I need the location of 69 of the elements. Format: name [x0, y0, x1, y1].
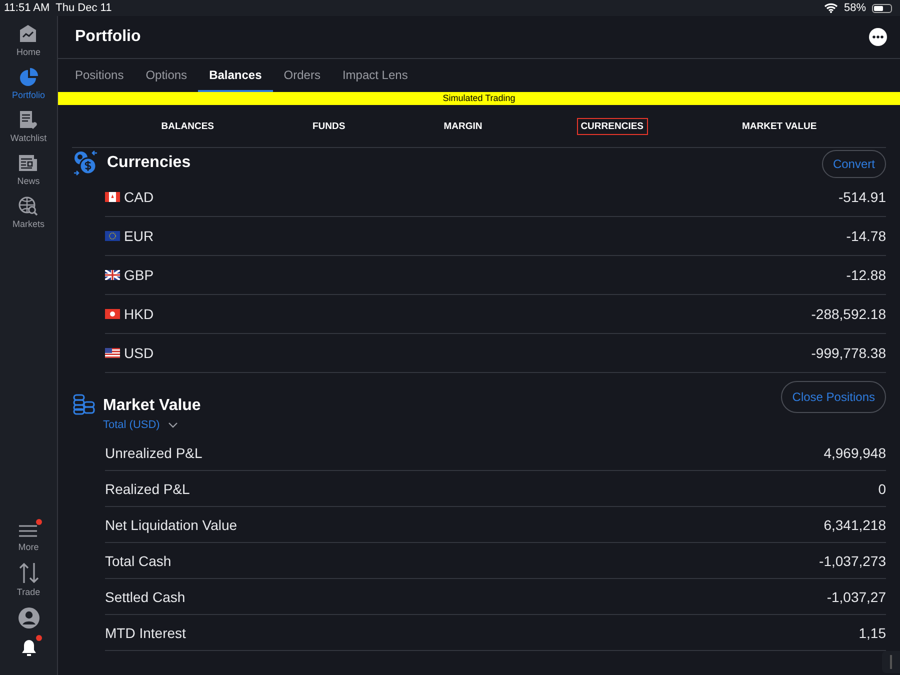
sidebar-item[interactable]: News	[17, 149, 40, 190]
metric-label: Realized P&L	[105, 480, 190, 496]
metric-value: -1,037,27	[826, 588, 886, 604]
currency-code: CAD	[124, 189, 154, 205]
tab[interactable]: Orders	[272, 59, 332, 92]
section-tab[interactable]: CURRENCIES	[576, 118, 648, 134]
currency-exchange-icon	[73, 150, 99, 176]
metric-label: MTD Interest	[105, 624, 186, 640]
metric-value: 0	[878, 480, 886, 496]
status-date: Thu Dec 11	[56, 2, 112, 14]
sidebar-item[interactable]: Watchlist	[10, 106, 47, 147]
close-positions-button[interactable]: Close Positions	[781, 381, 886, 413]
ellipsis-icon	[872, 35, 884, 39]
section-title: Currencies	[107, 154, 192, 172]
more-options-button[interactable]	[869, 28, 887, 46]
convert-button[interactable]: Convert	[822, 150, 886, 178]
battery-percent: 58%	[844, 2, 866, 14]
pie-chart-icon	[18, 67, 38, 87]
currency-balance: -14.78	[846, 228, 886, 244]
coin-stacks-icon	[73, 393, 95, 415]
sidebar-item[interactable]: Home	[16, 20, 40, 61]
currency-code: GBP	[124, 267, 154, 283]
wifi-icon	[824, 3, 838, 13]
flag-icon	[105, 348, 120, 358]
metric-label: Net Liquidation Value	[105, 516, 238, 532]
bell-icon	[20, 639, 38, 657]
list-heart-icon	[18, 110, 38, 130]
section-tab[interactable]: MARGIN	[440, 118, 486, 134]
metric-value: -1,037,273	[819, 552, 886, 568]
currency-code: HKD	[124, 306, 154, 322]
flag-icon	[105, 309, 120, 319]
metric-label: Total Cash	[105, 552, 172, 568]
sidebar-item[interactable]: More	[18, 519, 39, 556]
tab[interactable]: Positions	[64, 59, 135, 92]
currency-selector[interactable]: Total (USD)	[103, 419, 774, 431]
battery-icon	[872, 4, 892, 12]
tab[interactable]: Options	[134, 59, 198, 92]
currency-balance: -514.91	[838, 189, 886, 205]
currency-balance: -12.88	[846, 267, 886, 283]
newspaper-icon	[18, 153, 38, 173]
metric-value: 1,15	[858, 624, 886, 640]
status-time: 11:51 AM	[4, 2, 50, 14]
currency-code: USD	[124, 345, 154, 361]
page-title: Portfolio	[75, 28, 141, 46]
section-tab[interactable]: BALANCES	[157, 118, 218, 134]
section-title: Market Value	[103, 397, 202, 415]
menu-icon	[18, 523, 38, 539]
section-tab[interactable]: FUNDS	[308, 118, 350, 134]
chart-icon	[18, 24, 38, 44]
sidebar-item[interactable]: Portfolio	[12, 63, 46, 104]
sidebar-item[interactable]: Markets	[12, 192, 44, 233]
flag-icon	[105, 270, 120, 280]
flag-icon	[105, 192, 120, 202]
tab[interactable]: Impact Lens	[331, 59, 419, 92]
currency-balance: -288,592.18	[811, 306, 886, 322]
currency-balance: -999,778.38	[811, 345, 886, 361]
simulated-trading-banner: Simulated Trading	[58, 92, 900, 105]
metric-value: 4,969,948	[824, 444, 886, 460]
up-down-arrows-icon	[18, 562, 40, 584]
metric-value: 6,341,218	[824, 516, 886, 532]
metric-label: Unrealized P&L	[105, 444, 202, 460]
globe-search-icon	[18, 196, 38, 216]
section-tab[interactable]: MARKET VALUE	[738, 118, 821, 134]
chevron-down-icon	[168, 422, 178, 428]
metric-label: Settled Cash	[105, 588, 186, 604]
profile-icon	[18, 607, 40, 629]
currency-code: EUR	[124, 228, 154, 244]
sidebar-item[interactable]: Trade	[16, 558, 40, 601]
flag-icon	[105, 231, 120, 241]
